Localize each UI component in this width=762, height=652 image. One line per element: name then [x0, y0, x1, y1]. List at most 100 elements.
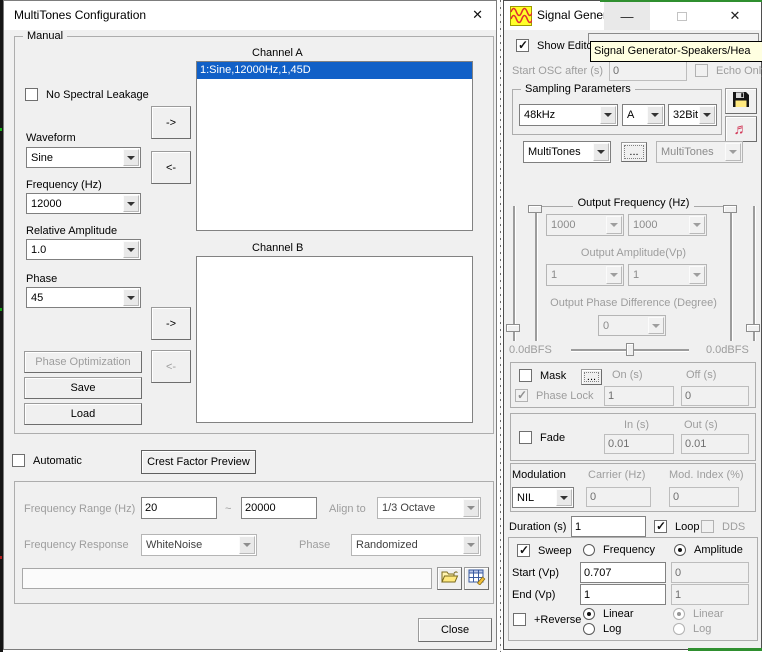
- volume-slider-inner-right[interactable]: [730, 206, 732, 341]
- amplitude-radio[interactable]: Amplitude: [674, 544, 743, 556]
- checkbox-label: Phase Lock: [536, 390, 593, 402]
- sweep-end-right-input[interactable]: [671, 584, 749, 605]
- chevron-down-icon[interactable]: [600, 106, 616, 124]
- mask-on-input[interactable]: [604, 386, 674, 406]
- load-button[interactable]: Load: [24, 403, 142, 425]
- mask-checkbox[interactable]: Mask: [519, 369, 566, 382]
- browse-button[interactable]: ...: [621, 142, 647, 162]
- save-wave-button[interactable]: [725, 88, 757, 114]
- slider-thumb[interactable]: [723, 205, 737, 213]
- echo-only-checkbox[interactable]: Echo Only: [695, 64, 762, 77]
- combo-value: MultiTones: [661, 146, 714, 158]
- chevron-down-icon[interactable]: [556, 489, 572, 506]
- align-to-select[interactable]: 1/3 Octave: [377, 497, 481, 519]
- channel-select[interactable]: A: [622, 104, 665, 126]
- background-window-line: [500, 0, 501, 652]
- move-to-channel-a-button[interactable]: ->: [151, 106, 191, 139]
- mod-index-input[interactable]: [669, 487, 739, 507]
- freq-select-left[interactable]: 1000: [546, 214, 624, 236]
- channel-a-listbox[interactable]: 1:Sine,12000Hz,1,45D: [196, 61, 473, 231]
- wave-type-select-right[interactable]: MultiTones: [656, 141, 743, 163]
- chevron-down-icon[interactable]: [123, 149, 139, 166]
- maximize-button[interactable]: [659, 2, 705, 30]
- fade-checkbox[interactable]: Fade: [519, 431, 565, 444]
- slider-thumb[interactable]: [528, 205, 542, 213]
- chevron-down-icon[interactable]: [647, 106, 663, 124]
- slider-thumb[interactable]: [746, 324, 760, 332]
- mask-more-button[interactable]: ...: [581, 369, 602, 385]
- phase-mode-select[interactable]: Randomized: [351, 534, 481, 556]
- checkbox-label: Loop: [675, 521, 699, 533]
- automatic-checkbox[interactable]: Automatic: [12, 454, 82, 467]
- linear-radio-left[interactable]: Linear: [583, 608, 634, 620]
- frequency-select[interactable]: 12000: [26, 193, 141, 214]
- chevron-down-icon: [606, 216, 622, 234]
- sweep-checkbox[interactable]: Sweep: [515, 544, 574, 557]
- linear-radio-right[interactable]: Linear: [673, 608, 724, 620]
- channel-a-item[interactable]: 1:Sine,12000Hz,1,45D: [197, 62, 472, 79]
- volume-slider-outer-right[interactable]: [753, 206, 755, 341]
- remove-from-channel-a-button[interactable]: <-: [151, 151, 191, 184]
- frequency-response-select[interactable]: WhiteNoise: [141, 534, 257, 556]
- chevron-down-icon[interactable]: [123, 241, 139, 258]
- modulation-select[interactable]: NIL: [512, 487, 574, 508]
- slider-thumb[interactable]: [626, 343, 634, 356]
- waveform-select[interactable]: Sine: [26, 147, 141, 168]
- sample-rate-select[interactable]: 48kHz: [519, 104, 618, 126]
- chevron-down-icon[interactable]: [593, 143, 609, 161]
- sweep-start-right-input[interactable]: [671, 562, 749, 583]
- show-editor-checkbox[interactable]: Show Edito: [516, 39, 593, 52]
- close-icon[interactable]: ✕: [472, 7, 483, 23]
- chevron-down-icon[interactable]: [123, 195, 139, 212]
- phase-lock-checkbox[interactable]: Phase Lock: [515, 389, 593, 402]
- channel-b-listbox[interactable]: [196, 256, 473, 423]
- start-osc-input[interactable]: [609, 60, 687, 81]
- frequency-range-max-input[interactable]: [241, 497, 317, 519]
- tooltip: Signal Generator-Speakers/Hea: [590, 41, 762, 62]
- dds-checkbox[interactable]: DDS: [701, 520, 745, 533]
- minimize-button[interactable]: —: [604, 2, 650, 30]
- sweep-start-input[interactable]: [580, 562, 666, 583]
- duration-input[interactable]: [571, 516, 646, 537]
- fade-in-input[interactable]: [604, 434, 674, 454]
- frequency-radio[interactable]: Frequency: [583, 544, 655, 556]
- log-radio-left[interactable]: Log: [583, 623, 621, 635]
- close-button[interactable]: Close: [418, 618, 492, 642]
- close-button[interactable]: ✕: [710, 2, 760, 30]
- open-file-button[interactable]: [437, 567, 462, 590]
- dbfs-left-label: 0.0dBFS: [509, 344, 552, 356]
- volume-slider-inner-left[interactable]: [535, 206, 537, 341]
- frequency-range-min-input[interactable]: [141, 497, 217, 519]
- remove-from-channel-b-button[interactable]: <-: [151, 350, 191, 383]
- no-spectral-leakage-checkbox[interactable]: No Spectral Leakage: [25, 88, 149, 101]
- sweep-end-input[interactable]: [580, 584, 666, 605]
- file-path-input[interactable]: [22, 568, 432, 589]
- fade-out-input[interactable]: [681, 434, 749, 454]
- wave-type-select-left[interactable]: MultiTones: [523, 141, 611, 163]
- loop-checkbox[interactable]: Loop: [654, 520, 699, 533]
- chevron-down-icon[interactable]: [699, 106, 715, 124]
- amp-select-left[interactable]: 1: [546, 264, 624, 286]
- crest-factor-preview-button[interactable]: Crest Factor Preview: [141, 450, 256, 474]
- mask-off-input[interactable]: [681, 386, 749, 406]
- phase-optimization-button[interactable]: Phase Optimization: [24, 351, 142, 373]
- play-tone-button[interactable]: ♬: [725, 116, 757, 142]
- bit-depth-select[interactable]: 32Bit: [668, 104, 717, 126]
- reverse-checkbox[interactable]: +Reverse: [513, 613, 581, 626]
- combo-value: 1: [633, 269, 639, 281]
- combo-value: 1000: [551, 219, 575, 231]
- freq-select-right[interactable]: 1000: [628, 214, 707, 236]
- end-vp-label: End (Vp): [512, 589, 555, 601]
- carrier-input[interactable]: [586, 487, 651, 507]
- log-radio-right[interactable]: Log: [673, 623, 711, 635]
- chevron-down-icon[interactable]: [123, 289, 139, 306]
- phase-diff-select[interactable]: 0: [598, 315, 666, 336]
- volume-slider-outer-left[interactable]: [513, 206, 515, 341]
- relative-amplitude-select[interactable]: 1.0: [26, 239, 141, 260]
- edit-table-button[interactable]: [464, 567, 489, 590]
- amp-select-right[interactable]: 1: [628, 264, 707, 286]
- phase-select[interactable]: 45: [26, 287, 141, 308]
- slider-thumb[interactable]: [506, 324, 520, 332]
- save-button[interactable]: Save: [24, 377, 142, 399]
- move-to-channel-b-button[interactable]: ->: [151, 307, 191, 340]
